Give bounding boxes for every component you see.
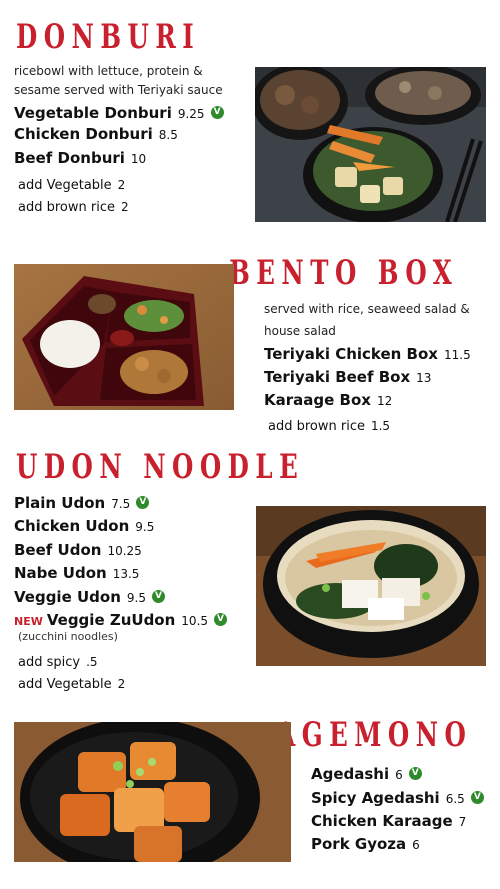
menu-item: Nabe Udon 13.5 [14, 561, 139, 585]
donburi-title: DONBURI [16, 17, 201, 57]
donburi-description: ricebowl with lettuce, protein & sesame … [14, 64, 223, 97]
addon-name: add spicy [18, 655, 81, 670]
item-name: Plain Udon [14, 494, 106, 512]
menu-item: Veggie Udon 9.5 V [14, 585, 165, 609]
addon-price: 2 [117, 677, 126, 691]
item-name: Nabe Udon [14, 564, 107, 582]
item-price: 6 [395, 768, 403, 782]
item-price: 6 [412, 838, 420, 852]
udon-title: UDON NOODLE [16, 447, 305, 487]
addon-item: add Vegetable 2 [18, 673, 125, 695]
item-name: Beef Udon [14, 541, 102, 559]
item-price: 10.25 [107, 544, 142, 558]
item-price: 8.5 [158, 128, 178, 142]
bento-description: served with rice, seaweed salad & house … [264, 302, 470, 338]
vegetarian-icon: V [151, 590, 165, 603]
bento-photo [14, 264, 234, 410]
vegetarian-icon: V [470, 791, 484, 804]
addon-name: add Vegetable [18, 677, 112, 692]
addon-name: add Vegetable [18, 178, 112, 193]
addon-name: add brown rice [268, 419, 365, 434]
item-price: 12 [376, 394, 393, 408]
menu-item: Chicken Karaage 7 [311, 809, 466, 833]
addon-price: .5 [86, 655, 98, 669]
vegetarian-icon: V [210, 106, 224, 119]
addon-item: add spicy .5 [18, 651, 98, 673]
item-name: Beef Donburi [14, 149, 125, 167]
new-badge: NEW [14, 615, 43, 628]
menu-item: Karaage Box 12 [264, 388, 392, 412]
item-note: (zucchini noodles) [18, 630, 118, 643]
menu-item: Beef Donburi 10 [14, 146, 146, 170]
udon-photo [256, 506, 486, 666]
vegetarian-icon: V [214, 613, 228, 626]
item-name: Chicken Karaage [311, 812, 453, 830]
menu-item: Chicken Udon 9.5 [14, 514, 154, 538]
item-name: Agedashi [311, 765, 390, 783]
menu-item: Teriyaki Chicken Box 11.5 [264, 342, 471, 366]
menu-item: Beef Udon 10.25 [14, 538, 142, 562]
vegetarian-icon: V [408, 767, 422, 780]
addon-name: add brown rice [18, 200, 115, 215]
item-price: 10.5 [181, 614, 209, 628]
agemono-photo [14, 722, 291, 862]
menu-item: Pork Gyoza 6 [311, 832, 420, 856]
item-name: Vegetable Donburi [14, 104, 172, 122]
menu-item: Plain Udon 7.5 V [14, 491, 150, 515]
agemono-title: AGEMONO [275, 715, 472, 755]
item-price: 11.5 [443, 348, 471, 362]
item-price: 9.5 [126, 591, 146, 605]
addon-price: 2 [117, 178, 126, 192]
addon-item: add brown rice 1.5 [268, 415, 390, 437]
menu-item: Teriyaki Beef Box 13 [264, 365, 431, 389]
vegetarian-icon: V [136, 496, 150, 509]
item-name: Teriyaki Chicken Box [264, 345, 438, 363]
item-price: 7 [458, 815, 467, 829]
menu-item: Agedashi 6 V [311, 762, 422, 786]
menu-item: Chicken Donburi 8.5 [14, 122, 178, 146]
item-name: Chicken Udon [14, 517, 130, 535]
item-price: 9.5 [135, 520, 155, 534]
donburi-photo [255, 67, 486, 222]
item-name: Spicy Agedashi [311, 789, 440, 807]
item-price: 13.5 [112, 567, 140, 581]
menu-item: NEW Veggie ZuUdon 10.5 V [14, 608, 228, 632]
item-price: 10 [130, 152, 147, 166]
item-name: Veggie Udon [14, 588, 121, 606]
addon-price: 2 [120, 200, 129, 214]
menu-item: Spicy Agedashi 6.5 V [311, 786, 484, 810]
item-name: Teriyaki Beef Box [264, 368, 411, 386]
item-name: Veggie ZuUdon [46, 611, 176, 629]
item-name: Pork Gyoza [311, 835, 407, 853]
bento-title: BENTO BOX [228, 253, 458, 293]
item-price: 6.5 [445, 792, 465, 806]
item-name: Karaage Box [264, 391, 371, 409]
item-price: 7.5 [111, 497, 131, 511]
item-price: 13 [416, 371, 432, 385]
item-name: Chicken Donburi [14, 125, 153, 143]
item-price: 9.25 [177, 107, 205, 121]
addon-item: add Vegetable 2 [18, 174, 125, 196]
addon-price: 1.5 [370, 419, 391, 433]
addon-item: add brown rice 2 [18, 196, 129, 218]
